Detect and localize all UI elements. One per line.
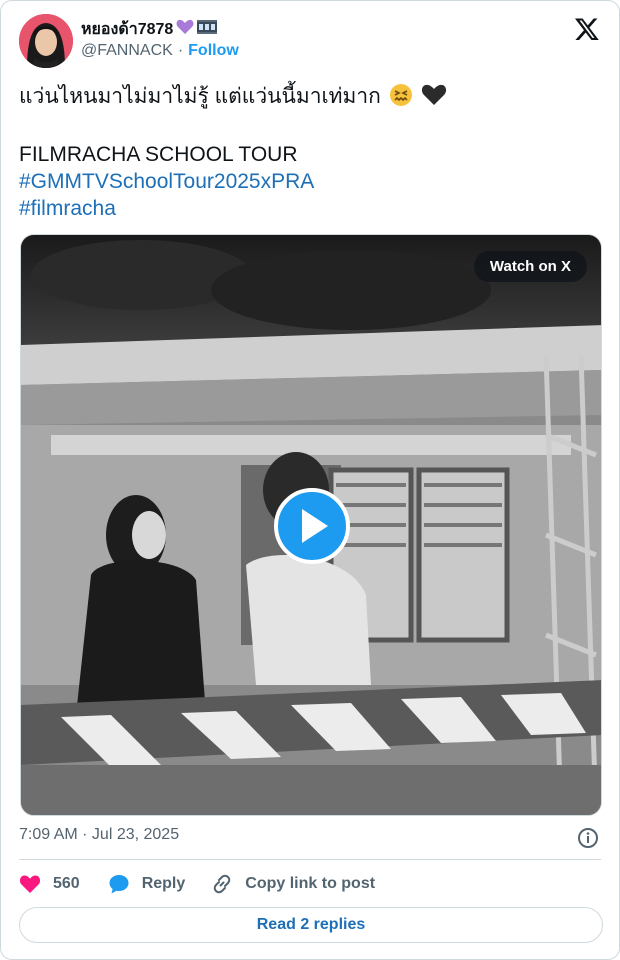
play-icon bbox=[302, 509, 328, 543]
heart-icon bbox=[19, 875, 41, 893]
like-count[interactable]: 560 bbox=[53, 875, 80, 893]
reply-label: Reply bbox=[141, 875, 186, 892]
reply-button[interactable]: Reply bbox=[108, 873, 186, 895]
avatar[interactable] bbox=[19, 14, 73, 68]
copy-link-label: Copy link to post bbox=[245, 875, 376, 892]
author-name-row[interactable]: หยองด้า7878 bbox=[81, 17, 218, 42]
confounded-face-emoji bbox=[389, 83, 413, 114]
tweet-card[interactable]: หยองด้า7878 @FANNACK · Follow แว่นไหนมาไ… bbox=[0, 0, 620, 960]
like-button[interactable] bbox=[19, 874, 41, 894]
author-display-name[interactable]: หยองด้า7878 bbox=[81, 17, 173, 42]
link-icon bbox=[214, 874, 231, 894]
tweet-text: แว่นไหนมาไม่มาไม่รู้ แต่แว่นนี้มาเท่มาก … bbox=[19, 83, 599, 222]
purple-heart-emoji bbox=[176, 19, 194, 40]
film-frames-emoji bbox=[197, 20, 218, 39]
read-replies-button[interactable]: Read 2 replies bbox=[19, 907, 603, 943]
author-handle[interactable]: @FANNACK bbox=[81, 42, 173, 60]
action-bar: 560 Reply Copy link to post bbox=[19, 869, 401, 899]
watch-on-x-button[interactable]: Watch on X bbox=[473, 251, 587, 282]
copy-link-button[interactable]: Copy link to post bbox=[211, 873, 375, 895]
post-timestamp[interactable]: 7:09 AM · Jul 23, 2025 bbox=[19, 826, 179, 844]
speech-bubble-icon bbox=[109, 875, 129, 894]
x-logo-icon[interactable] bbox=[574, 16, 600, 42]
separator-dot: · bbox=[177, 42, 184, 59]
divider bbox=[19, 859, 601, 860]
play-button[interactable] bbox=[274, 488, 350, 564]
info-icon[interactable] bbox=[577, 827, 599, 849]
follow-link[interactable]: Follow bbox=[188, 42, 239, 60]
black-heart-emoji bbox=[421, 83, 447, 114]
author-handle-row: @FANNACK · Follow bbox=[81, 42, 239, 60]
hashtag-link[interactable]: #GMMTVSchoolTour2025xPRA bbox=[19, 168, 599, 195]
hashtag-link[interactable]: #filmracha bbox=[19, 195, 599, 222]
tweet-line-1: แว่นไหนมาไม่มาไม่รู้ แต่แว่นนี้มาเท่มาก bbox=[19, 83, 599, 114]
tweet-line-1-text: แว่นไหนมาไม่มาไม่รู้ แต่แว่นนี้มาเท่มาก bbox=[19, 85, 381, 108]
tweet-line-2: FILMRACHA SCHOOL TOUR bbox=[19, 143, 298, 166]
video-media[interactable]: Watch on X bbox=[20, 234, 602, 816]
